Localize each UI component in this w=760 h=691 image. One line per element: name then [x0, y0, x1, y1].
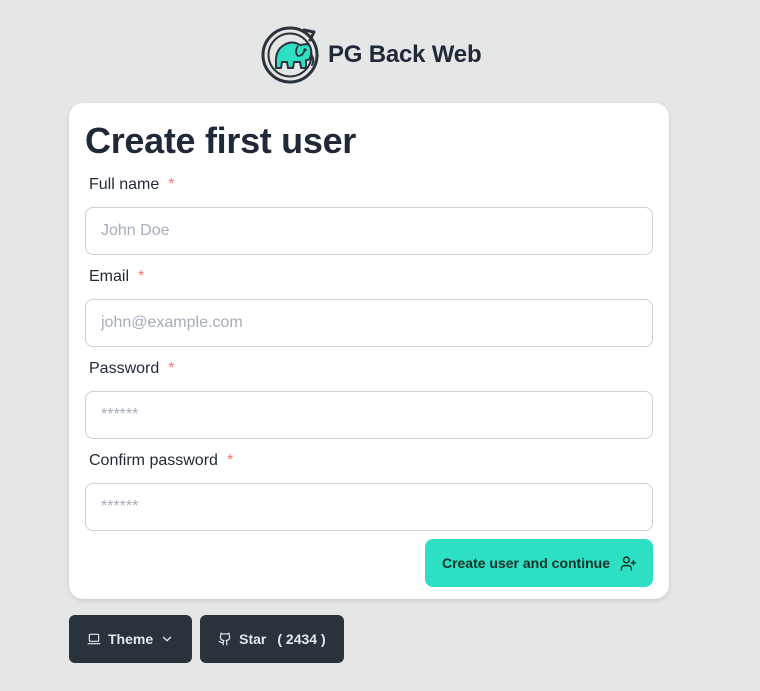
email-label-text: Email [89, 268, 130, 285]
laptop-icon [87, 633, 101, 645]
star-count: ( 2434 ) [277, 631, 326, 647]
page-title: Create first user [85, 120, 357, 161]
theme-button[interactable]: Theme [69, 615, 193, 663]
create-user-button[interactable]: Create user and continue [424, 539, 653, 587]
github-icon [218, 632, 231, 646]
create-user-card: Create first user Full name * Email * Pa… [69, 103, 669, 599]
confirm-password-field: Confirm password * [85, 439, 653, 531]
password-label: Password * [85, 347, 653, 391]
form-actions: Create user and continue [85, 539, 653, 587]
password-field: Password * [85, 347, 653, 439]
brand-header: PG Back Web [260, 24, 482, 86]
email-label: Email * [85, 255, 653, 299]
theme-button-label: Theme [108, 631, 154, 647]
github-star-button[interactable]: Star ( 2434 ) [200, 615, 344, 663]
required-marker: * [138, 268, 145, 285]
full-name-label-text: Full name [89, 176, 160, 193]
create-user-button-label: Create user and continue [441, 555, 610, 571]
chevron-down-icon [162, 636, 172, 642]
elephant-logo-icon [261, 26, 319, 84]
star-button-label: Star [239, 631, 267, 647]
email-field: Email * [85, 255, 653, 347]
full-name-label: Full name * [85, 163, 653, 207]
password-input[interactable] [85, 391, 653, 439]
required-marker: * [168, 360, 175, 377]
full-name-field: Full name * [85, 163, 653, 255]
confirm-password-label-text: Confirm password [89, 452, 218, 469]
footer-controls: Theme Star ( 2434 ) [69, 615, 344, 663]
full-name-input[interactable] [85, 207, 653, 255]
email-input[interactable] [85, 299, 653, 347]
confirm-password-input[interactable] [85, 483, 653, 531]
brand-name: PG Back Web [328, 41, 482, 68]
confirm-password-label: Confirm password * [85, 439, 653, 483]
required-marker: * [168, 176, 175, 193]
required-marker: * [226, 452, 234, 469]
password-label-text: Password [89, 360, 160, 377]
user-plus-icon [620, 555, 637, 571]
